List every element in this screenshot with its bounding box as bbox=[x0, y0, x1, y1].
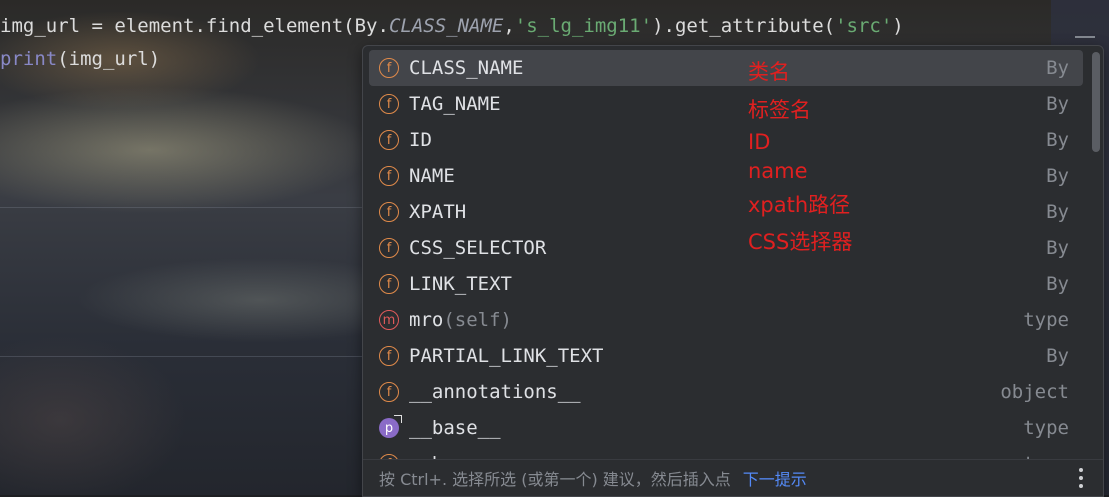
completion-item-type: object bbox=[1000, 381, 1069, 403]
completion-item-type: By bbox=[1046, 201, 1069, 223]
completion-item-type: type bbox=[1023, 309, 1069, 331]
field-icon: f bbox=[379, 58, 399, 78]
completion-item[interactable]: f XPATH By bbox=[369, 194, 1083, 230]
completion-item-name: CLASS_NAME bbox=[409, 57, 524, 79]
completion-item-type: By bbox=[1046, 57, 1069, 79]
more-options-icon[interactable] bbox=[1079, 468, 1083, 488]
completion-item-name: ID bbox=[409, 129, 432, 151]
completion-item-type: By bbox=[1046, 129, 1069, 151]
annotation-css: CSS选择器 bbox=[748, 230, 853, 254]
completion-item[interactable]: m mro (self) type bbox=[369, 302, 1083, 338]
completion-item-name: NAME bbox=[409, 165, 455, 187]
completion-item[interactable]: f TAG_NAME By bbox=[369, 86, 1083, 122]
completion-item-type: type bbox=[1023, 417, 1069, 439]
completion-item-name: TAG_NAME bbox=[409, 93, 501, 115]
code-text: ).get_attribute( bbox=[652, 15, 836, 37]
field-icon: f bbox=[379, 382, 399, 402]
property-icon: p bbox=[379, 415, 402, 438]
next-tip-link[interactable]: 下一提示 bbox=[743, 466, 807, 490]
completion-item-name: __annotations__ bbox=[409, 381, 581, 403]
annotation-class-name: 类名 bbox=[748, 60, 790, 84]
code-text: (img_url) bbox=[57, 48, 161, 70]
annotation-tag-name: 标签名 bbox=[748, 98, 811, 122]
completion-item[interactable]: f PARTIAL_LINK_TEXT By bbox=[369, 338, 1083, 374]
code-text: ) bbox=[892, 15, 904, 37]
code-builtin: print bbox=[0, 48, 58, 70]
field-icon: f bbox=[379, 346, 399, 366]
completion-item[interactable]: f LINK_TEXT By bbox=[369, 266, 1083, 302]
completion-item[interactable]: p __base__ type bbox=[369, 410, 1083, 446]
completion-item-name: LINK_TEXT bbox=[409, 273, 512, 295]
divider-line bbox=[0, 356, 362, 357]
completion-list[interactable]: f CLASS_NAME By f TAG_NAME By f ID By f NAME By f XPA… bbox=[363, 50, 1089, 482]
completion-item-type: By bbox=[1046, 237, 1069, 259]
completion-item[interactable]: f CSS_SELECTOR By bbox=[369, 230, 1083, 266]
annotation-name: name bbox=[748, 159, 808, 183]
completion-item-type: By bbox=[1046, 273, 1069, 295]
completion-popup[interactable]: f CLASS_NAME By f TAG_NAME By f ID By f NAME By f XPA… bbox=[362, 45, 1104, 497]
completion-item-name: mro bbox=[409, 309, 444, 331]
method-icon: m bbox=[379, 310, 399, 330]
code-string: 'src' bbox=[835, 15, 893, 37]
code-text: img_url = element.find_element(By. bbox=[0, 15, 389, 37]
code-line-1[interactable]: img_url = element.find_element(By.CLASS_… bbox=[0, 13, 904, 39]
field-icon: f bbox=[379, 130, 399, 150]
pin-arrow-icon bbox=[394, 415, 402, 423]
code-string: 's_lg_img11' bbox=[514, 15, 653, 37]
footer-hint: 按 Ctrl+. 选择所选 (或第一个) 建议，然后插入点 bbox=[379, 470, 731, 489]
completion-item-type: By bbox=[1046, 345, 1069, 367]
popup-footer: 按 Ctrl+. 选择所选 (或第一个) 建议，然后插入点 下一提示 bbox=[363, 459, 1103, 496]
code-line-2[interactable]: print(img_url) bbox=[0, 46, 160, 72]
annotation-xpath: xpath路径 bbox=[748, 193, 851, 217]
completion-item-name: PARTIAL_LINK_TEXT bbox=[409, 345, 604, 367]
field-icon: f bbox=[379, 238, 399, 258]
field-icon: f bbox=[379, 94, 399, 114]
field-icon: f bbox=[379, 166, 399, 186]
completion-item[interactable]: f ID By bbox=[369, 122, 1083, 158]
code-constant: CLASS_NAME bbox=[388, 15, 504, 37]
completion-item-name: XPATH bbox=[409, 201, 467, 223]
divider-line bbox=[0, 207, 362, 208]
scrollbar[interactable] bbox=[1092, 52, 1100, 152]
field-icon: f bbox=[379, 274, 399, 294]
completion-item-type: By bbox=[1046, 93, 1069, 115]
completion-item-type: By bbox=[1046, 165, 1069, 187]
completion-item-name: CSS_SELECTOR bbox=[409, 237, 547, 259]
completion-item[interactable]: f NAME By bbox=[369, 158, 1083, 194]
code-comma: , bbox=[503, 15, 515, 37]
completion-item-params: (self) bbox=[443, 309, 512, 331]
completion-item[interactable]: f CLASS_NAME By bbox=[369, 50, 1083, 86]
field-icon: f bbox=[379, 202, 399, 222]
annotation-id: ID bbox=[748, 130, 771, 154]
completion-item-name: __base__ bbox=[409, 417, 501, 439]
completion-item[interactable]: f __annotations__ object bbox=[369, 374, 1083, 410]
